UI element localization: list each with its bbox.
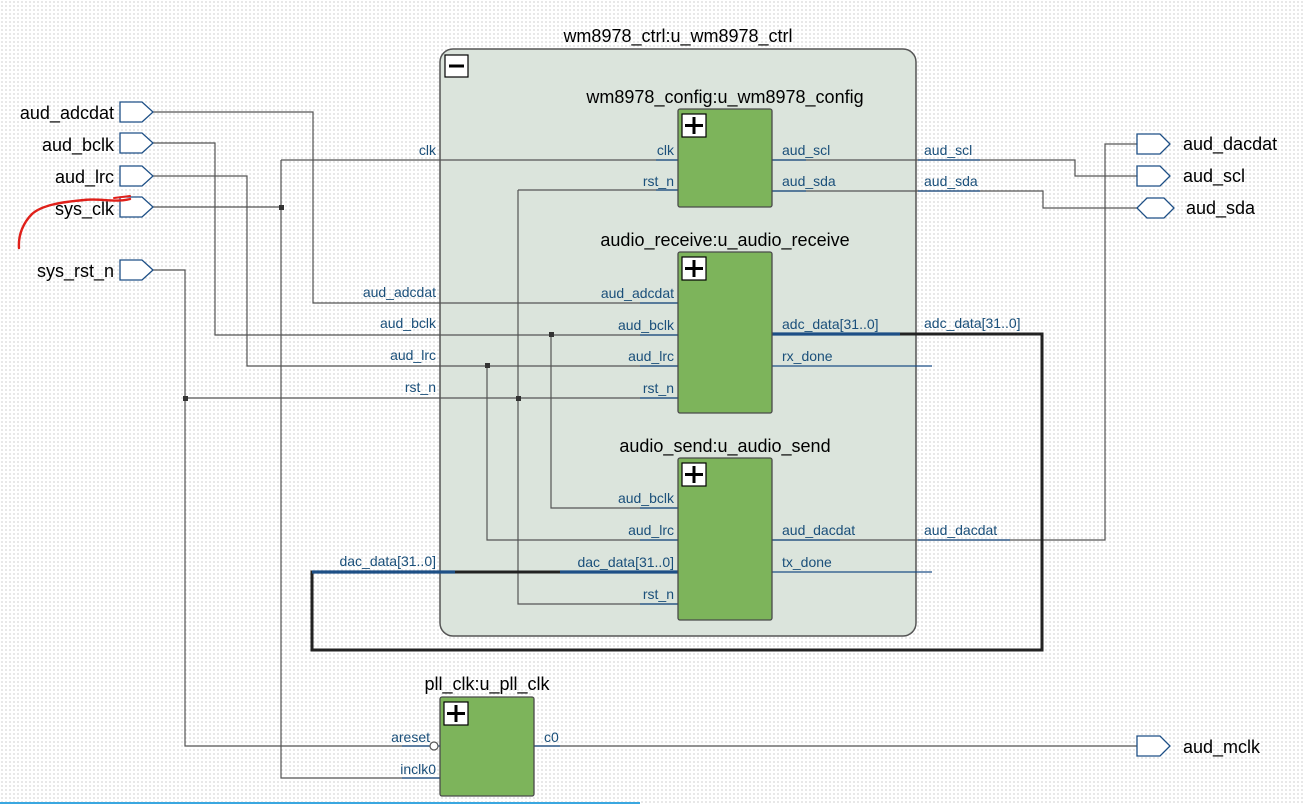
config-title: wm8978_config:u_wm8978_config	[585, 87, 863, 108]
pll-title: pll_clk:u_pll_clk	[424, 674, 550, 695]
net-label-aud-scl: aud_scl	[924, 142, 972, 158]
send-port-aud-lrc: aud_lrc	[628, 522, 674, 538]
config-port-clk: clk	[657, 142, 675, 158]
net-label-aud-adcdat: aud_adcdat	[363, 284, 436, 300]
send-port-dac-data: dac_data[31..0]	[577, 554, 674, 570]
expand-plus-icon[interactable]	[443, 701, 469, 726]
send-port-tx-done: tx_done	[782, 554, 832, 570]
output-port-aud-dacdat[interactable]: aud_dacdat	[1136, 133, 1277, 155]
receive-port-aud-bclk: aud_bclk	[618, 317, 675, 333]
output-label-aud-scl: aud_scl	[1183, 166, 1245, 187]
config-port-rst-n: rst_n	[643, 173, 674, 189]
expand-plus-icon[interactable]	[681, 462, 707, 487]
receive-port-adc-data: adc_data[31..0]	[782, 316, 879, 332]
input-label-aud-adcdat: aud_adcdat	[20, 103, 114, 124]
minus-icon[interactable]	[444, 54, 469, 78]
receive-port-aud-lrc: aud_lrc	[628, 348, 674, 364]
net-label-dac-data: dac_data[31..0]	[339, 553, 436, 569]
net-label-aud-dacdat: aud_dacdat	[924, 522, 997, 538]
net-label-rst-n: rst_n	[405, 379, 436, 395]
config-port-aud-scl: aud_scl	[782, 142, 830, 158]
net-label-aud-sda: aud_sda	[924, 173, 978, 189]
output-port-aud-mclk[interactable]: aud_mclk	[1136, 735, 1261, 758]
send-port-aud-dacdat: aud_dacdat	[782, 522, 855, 538]
net-label-aud-lrc: aud_lrc	[390, 347, 436, 363]
schematic-canvas: wm8978_ctrl:u_wm8978_ctrl wm8978_config:…	[0, 26, 1277, 804]
net-label-clk: clk	[419, 142, 437, 158]
send-port-aud-bclk: aud_bclk	[618, 490, 675, 506]
input-port-aud-bclk[interactable]: aud_bclk	[42, 132, 154, 156]
input-port-aud-adcdat[interactable]: aud_adcdat	[20, 101, 154, 124]
send-port-rst-n: rst_n	[643, 586, 674, 602]
net-label-adc-data: adc_data[31..0]	[924, 315, 1021, 331]
expand-plus-icon[interactable]	[681, 256, 707, 281]
pll-port-areset: areset	[391, 729, 430, 745]
inverted-input-bubble	[429, 741, 439, 751]
send-title: audio_send:u_audio_send	[619, 436, 830, 457]
output-label-aud-mclk: aud_mclk	[1183, 737, 1261, 758]
input-label-aud-lrc: aud_lrc	[55, 167, 114, 188]
output-label-aud-sda: aud_sda	[1186, 198, 1256, 219]
receive-port-rx-done: rx_done	[782, 348, 833, 364]
receive-port-aud-adcdat: aud_adcdat	[601, 285, 674, 301]
output-port-aud-scl[interactable]: aud_scl	[1136, 165, 1245, 187]
output-label-aud-dacdat: aud_dacdat	[1183, 134, 1277, 155]
expand-plus-icon[interactable]	[681, 113, 707, 138]
input-port-aud-lrc[interactable]: aud_lrc	[55, 165, 154, 188]
receive-title: audio_receive:u_audio_receive	[600, 230, 849, 251]
input-label-sys-rst-n: sys_rst_n	[37, 261, 114, 282]
wm8978-ctrl-title: wm8978_ctrl:u_wm8978_ctrl	[562, 26, 792, 47]
config-port-aud-sda: aud_sda	[782, 173, 836, 189]
input-port-sys-rst-n[interactable]: sys_rst_n	[37, 259, 154, 282]
pll-port-inclk0: inclk0	[400, 761, 436, 777]
receive-port-rst-n: rst_n	[643, 380, 674, 396]
pll-port-c0: c0	[544, 729, 559, 745]
bidir-port-aud-sda[interactable]: aud_sda	[1136, 197, 1256, 219]
input-label-aud-bclk: aud_bclk	[42, 135, 115, 156]
net-label-aud-bclk: aud_bclk	[380, 315, 437, 331]
